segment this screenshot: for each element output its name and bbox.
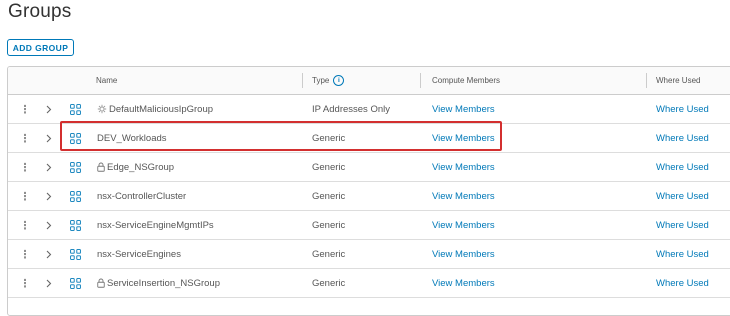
view-members-link[interactable]: View Members	[432, 153, 495, 181]
group-name-label: nsx-ServiceEngineMgmtIPs	[97, 219, 214, 231]
group-type: IP Addresses Only	[312, 103, 390, 115]
table-row[interactable]: ⋮ Edge_NSGroup Generic View Members Where Us…	[8, 153, 730, 182]
group-name: nsx-ControllerCluster	[97, 182, 186, 210]
where-used-link[interactable]: Where Used	[656, 182, 709, 210]
datagrid-header: Name Type i Compute Members Where Used	[8, 67, 730, 95]
row-actions-icon[interactable]: ⋮	[20, 240, 31, 268]
group-name: DefaultMaliciousIpGroup	[97, 95, 213, 123]
table-row[interactable]: ⋮ ServiceInsertion_NSGroup Generic View Mem…	[8, 269, 730, 298]
expand-chevron-icon[interactable]	[45, 269, 53, 297]
where-used-link[interactable]: Where Used	[656, 124, 709, 152]
group-name-label: ServiceInsertion_NSGroup	[107, 277, 220, 289]
group-icon	[69, 240, 81, 268]
view-members-link[interactable]: View Members	[432, 240, 495, 268]
column-header-where-used[interactable]: Where Used	[650, 67, 730, 94]
group-icon	[69, 153, 81, 181]
column-header-type[interactable]: Type i	[306, 67, 418, 94]
group-type: Generic	[312, 277, 346, 289]
table-row[interactable]: ⋮ nsx-ServiceEngineMgmtIPs Generic View Mem…	[8, 211, 730, 240]
shield-gear-icon	[97, 104, 107, 114]
group-name-label: DEV_Workloads	[97, 132, 167, 144]
column-header-name[interactable]: Name	[90, 67, 302, 94]
group-icon	[69, 182, 81, 210]
table-row[interactable]: ⋮ nsx-ControllerCluster Generic View Member…	[8, 182, 730, 211]
group-name: nsx-ServiceEngineMgmtIPs	[97, 211, 214, 239]
expand-chevron-icon[interactable]	[45, 211, 53, 239]
group-name: Edge_NSGroup	[97, 153, 174, 181]
group-name: ServiceInsertion_NSGroup	[97, 269, 220, 297]
group-icon	[69, 124, 81, 152]
groups-datagrid: Name Type i Compute Members Where Used ⋮…	[7, 66, 730, 316]
group-icon	[69, 269, 81, 297]
group-type: Generic	[312, 219, 346, 231]
row-actions-icon[interactable]: ⋮	[20, 124, 31, 152]
row-actions-icon[interactable]: ⋮	[20, 269, 31, 297]
where-used-link[interactable]: Where Used	[656, 211, 709, 239]
column-separator	[646, 73, 647, 88]
column-separator	[302, 73, 303, 88]
table-row[interactable]: ⋮ DEV_Workloads Generic View Members Where U…	[8, 124, 730, 153]
view-members-link[interactable]: View Members	[432, 182, 495, 210]
group-name: DEV_Workloads	[97, 124, 167, 152]
expand-chevron-icon[interactable]	[45, 95, 53, 123]
group-name-label: nsx-ServiceEngines	[97, 248, 181, 260]
lock-icon	[97, 278, 105, 288]
group-type: Generic	[312, 132, 346, 144]
expand-chevron-icon[interactable]	[45, 124, 53, 152]
group-type: Generic	[312, 161, 346, 173]
column-header-compute-members[interactable]: Compute Members	[426, 67, 648, 94]
where-used-link[interactable]: Where Used	[656, 95, 709, 123]
info-icon[interactable]: i	[333, 75, 345, 86]
view-members-link[interactable]: View Members	[432, 269, 495, 297]
column-separator	[420, 73, 421, 88]
expand-chevron-icon[interactable]	[45, 153, 53, 181]
expand-chevron-icon[interactable]	[45, 240, 53, 268]
column-header-type-label: Type	[312, 76, 330, 85]
group-name-label: DefaultMaliciousIpGroup	[109, 103, 214, 115]
group-name-label: Edge_NSGroup	[107, 161, 175, 173]
add-group-button[interactable]: ADD GROUP	[7, 39, 74, 56]
page-title: Groups	[8, 1, 72, 22]
view-members-link[interactable]: View Members	[432, 124, 495, 152]
where-used-link[interactable]: Where Used	[656, 240, 709, 268]
group-type: Generic	[312, 190, 346, 202]
view-members-link[interactable]: View Members	[432, 95, 495, 123]
group-name: nsx-ServiceEngines	[97, 240, 181, 268]
group-icon	[69, 211, 81, 239]
lock-icon	[97, 162, 105, 172]
view-members-link[interactable]: View Members	[432, 211, 495, 239]
where-used-link[interactable]: Where Used	[656, 153, 709, 181]
group-icon	[69, 95, 81, 123]
expand-chevron-icon[interactable]	[45, 182, 53, 210]
row-actions-icon[interactable]: ⋮	[20, 182, 31, 210]
row-actions-icon[interactable]: ⋮	[20, 95, 31, 123]
where-used-link[interactable]: Where Used	[656, 269, 709, 297]
group-name-label: nsx-ControllerCluster	[97, 190, 187, 202]
table-row[interactable]: ⋮ nsx-ServiceEngines Generic View Members Wh…	[8, 240, 730, 269]
row-actions-icon[interactable]: ⋮	[20, 153, 31, 181]
row-actions-icon[interactable]: ⋮	[20, 211, 31, 239]
group-type: Generic	[312, 248, 346, 260]
table-row[interactable]: ⋮ DefaultMaliciousIpGroup IP Addresses Onl…	[8, 95, 730, 124]
